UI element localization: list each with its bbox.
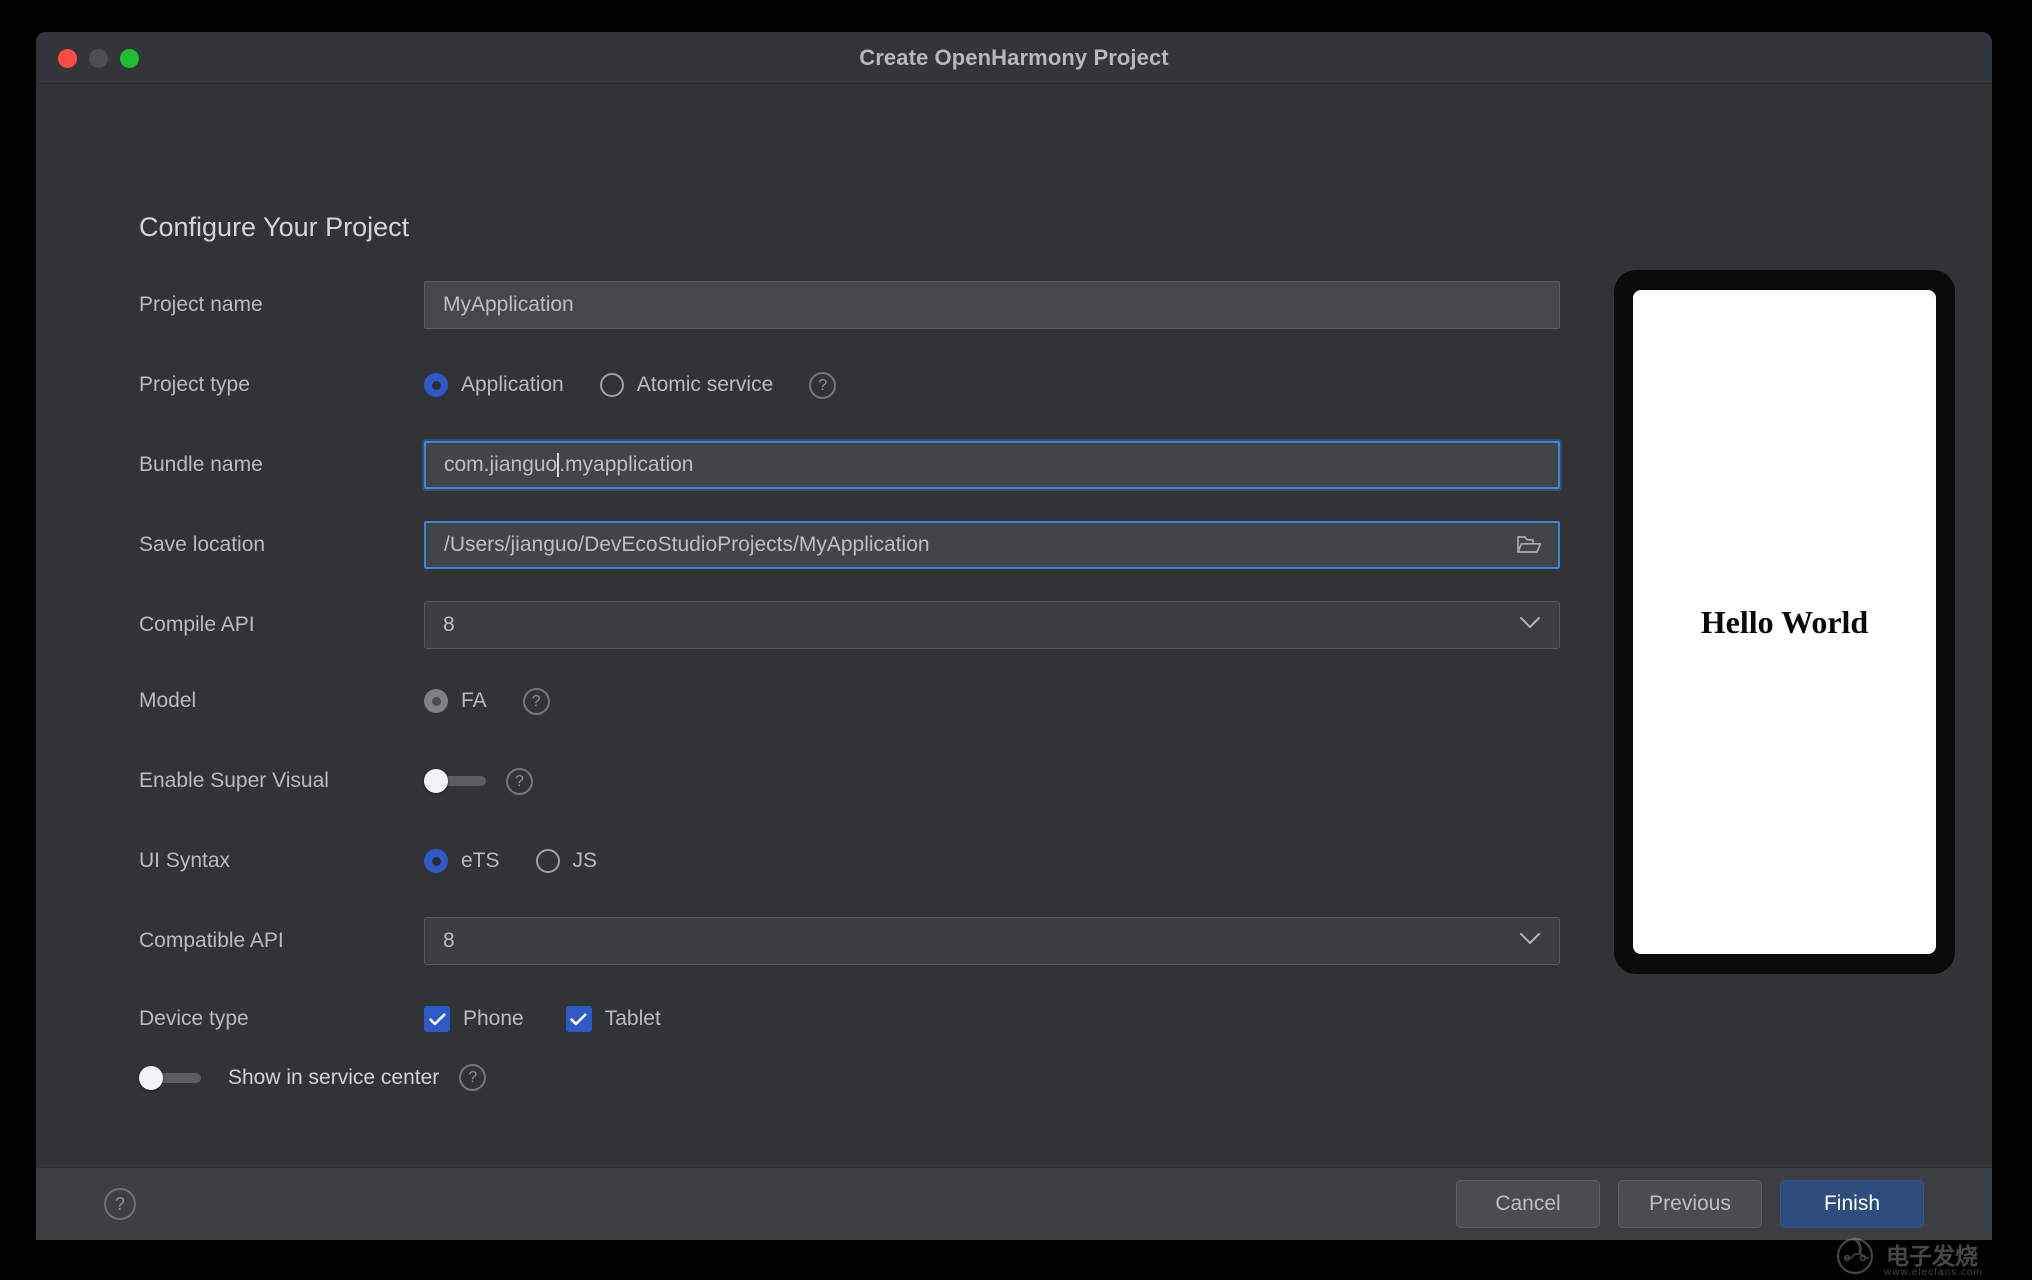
page-title: Configure Your Project [139, 212, 409, 243]
row-project-type: Project type Application Atomic service … [139, 359, 1559, 411]
project-name-value: MyApplication [443, 293, 574, 317]
radio-project-type-atomic-service[interactable]: Atomic service [600, 373, 774, 397]
label-bundle-name: Bundle name [139, 453, 424, 477]
create-project-dialog: Create OpenHarmony Project Configure You… [36, 32, 1992, 1240]
radio-ui-syntax-ets[interactable]: eTS [424, 849, 500, 873]
radio-project-type-application[interactable]: Application [424, 373, 564, 397]
window-titlebar: Create OpenHarmony Project [36, 32, 1992, 84]
dialog-footer: ? Cancel Previous Finish [36, 1167, 1992, 1239]
device-type-checkbox-group: Phone Tablet [424, 1006, 703, 1032]
device-preview: Hello World [1614, 270, 1955, 974]
model-radio-group: FA ? [424, 688, 550, 715]
help-icon-footer[interactable]: ? [104, 1188, 136, 1220]
project-name-input[interactable]: MyApplication [424, 281, 1560, 329]
window-title: Create OpenHarmony Project [36, 32, 1992, 84]
row-device-type: Device type Phone [139, 993, 1559, 1045]
row-save-location: Save location /Users/jianguo/DevEcoStudi… [139, 519, 1559, 571]
radio-ui-syntax-js[interactable]: JS [536, 849, 598, 873]
watermark-text: 电子发烧 [1886, 1237, 1978, 1271]
chevron-down-icon [1519, 932, 1541, 950]
label-project-name: Project name [139, 293, 424, 317]
cancel-button[interactable]: Cancel [1456, 1180, 1600, 1228]
radio-dot-js [536, 849, 560, 873]
help-icon-project-type[interactable]: ? [809, 372, 836, 399]
bundle-name-value-before-caret: com.jianguo [444, 453, 557, 477]
row-project-name: Project name MyApplication [139, 279, 1559, 331]
radio-label-js: JS [573, 849, 598, 873]
row-bundle-name: Bundle name com.jianguo.myapplication [139, 439, 1559, 491]
help-icon-model[interactable]: ? [523, 688, 550, 715]
row-compile-api: Compile API 8 [139, 599, 1559, 651]
preview-screen: Hello World [1633, 290, 1936, 954]
chevron-down-icon [1519, 616, 1541, 634]
show-in-service-center-toggle[interactable] [139, 1067, 201, 1089]
help-icon-show-in-service-center[interactable]: ? [459, 1064, 486, 1091]
radio-label-atomic-service: Atomic service [637, 373, 774, 397]
project-type-radio-group: Application Atomic service ? [424, 372, 836, 399]
radio-label-fa: FA [461, 689, 487, 713]
label-project-type: Project type [139, 373, 424, 397]
footer-button-group: Cancel Previous Finish [1456, 1180, 1924, 1228]
radio-dot-atomic-service [600, 373, 624, 397]
save-location-value: /Users/jianguo/DevEcoStudioProjects/MyAp… [444, 533, 930, 557]
row-enable-super-visual: Enable Super Visual ? [139, 755, 1559, 807]
checkmark-icon [566, 1006, 592, 1032]
row-compatible-api: Compatible API 8 [139, 915, 1559, 967]
toggle-knob [139, 1066, 163, 1090]
previous-button[interactable]: Previous [1618, 1180, 1762, 1228]
bundle-name-value-after-caret: .myapplication [559, 453, 693, 477]
radio-label-application: Application [461, 373, 564, 397]
row-ui-syntax: UI Syntax eTS JS [139, 835, 1559, 887]
label-save-location: Save location [139, 533, 424, 557]
row-model: Model FA ? [139, 675, 1559, 727]
watermark-subtext: www.elecfans.com [1884, 1267, 1983, 1278]
radio-dot-ets [424, 849, 448, 873]
compatible-api-value: 8 [443, 929, 455, 953]
compatible-api-select[interactable]: 8 [424, 917, 1560, 965]
enable-super-visual-toggle[interactable] [424, 770, 486, 792]
save-location-input[interactable]: /Users/jianguo/DevEcoStudioProjects/MyAp… [424, 521, 1560, 569]
project-configuration-form: Project name MyApplication Project type … [139, 279, 1559, 1045]
label-model: Model [139, 689, 424, 713]
radio-label-ets: eTS [461, 849, 500, 873]
label-show-in-service-center: Show in service center [228, 1066, 439, 1090]
toggle-knob [424, 769, 448, 793]
folder-open-icon[interactable] [1514, 530, 1544, 560]
radio-dot-application [424, 373, 448, 397]
ui-syntax-radio-group: eTS JS [424, 849, 633, 873]
row-show-in-service-center: Show in service center ? [139, 1064, 486, 1091]
label-compatible-api: Compatible API [139, 929, 424, 953]
checkbox-label-tablet: Tablet [605, 1007, 661, 1031]
checkbox-device-tablet[interactable]: Tablet [566, 1006, 661, 1032]
finish-button[interactable]: Finish [1780, 1180, 1924, 1228]
radio-dot-fa [424, 689, 448, 713]
checkbox-label-phone: Phone [463, 1007, 524, 1031]
label-enable-super-visual: Enable Super Visual [139, 769, 424, 793]
label-compile-api: Compile API [139, 613, 424, 637]
preview-hello-world-text: Hello World [1701, 604, 1868, 641]
label-device-type: Device type [139, 1007, 424, 1031]
radio-model-fa[interactable]: FA [424, 689, 487, 713]
dialog-body: Configure Your Project Project name MyAp… [36, 84, 1992, 1167]
bundle-name-input[interactable]: com.jianguo.myapplication [424, 441, 1560, 489]
compile-api-select[interactable]: 8 [424, 601, 1560, 649]
checkmark-icon [424, 1006, 450, 1032]
compile-api-value: 8 [443, 613, 455, 637]
help-icon-enable-super-visual[interactable]: ? [506, 768, 533, 795]
label-ui-syntax: UI Syntax [139, 849, 424, 873]
checkbox-device-phone[interactable]: Phone [424, 1006, 524, 1032]
